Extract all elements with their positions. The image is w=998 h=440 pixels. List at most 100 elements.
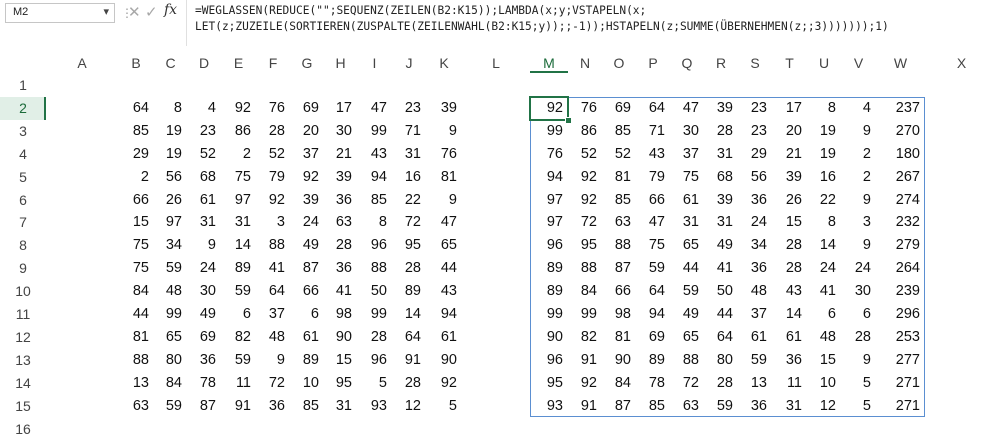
source-cell[interactable]: 36 <box>256 395 290 417</box>
result-cell[interactable]: 267 <box>876 166 925 188</box>
source-cell[interactable]: 13 <box>118 372 154 394</box>
result-cell[interactable]: 22 <box>807 189 841 211</box>
result-cell[interactable]: 9 <box>841 349 876 371</box>
column-header-x[interactable]: X <box>925 50 998 77</box>
result-cell[interactable]: 75 <box>636 234 670 256</box>
enter-icon[interactable]: ✓ <box>145 3 158 21</box>
source-cell[interactable]: 97 <box>154 211 187 233</box>
result-cell[interactable]: 76 <box>530 143 568 165</box>
source-cell[interactable]: 99 <box>357 303 392 325</box>
result-cell[interactable]: 13 <box>738 372 772 394</box>
row-header-8[interactable]: 8 <box>0 234 46 257</box>
row-header-5[interactable]: 5 <box>0 166 46 189</box>
source-cell[interactable]: 37 <box>290 143 324 165</box>
source-cell[interactable]: 92 <box>256 189 290 211</box>
column-header-r[interactable]: R <box>704 50 738 77</box>
result-cell[interactable]: 37 <box>738 303 772 325</box>
column-header-i[interactable]: I <box>357 50 392 77</box>
source-cell[interactable]: 29 <box>118 143 154 165</box>
source-cell[interactable]: 78 <box>187 372 221 394</box>
source-cell[interactable]: 59 <box>154 395 187 417</box>
result-cell[interactable]: 43 <box>772 280 807 302</box>
result-cell[interactable]: 253 <box>876 326 925 348</box>
source-cell[interactable]: 6 <box>290 303 324 325</box>
source-cell[interactable]: 34 <box>154 234 187 256</box>
source-cell[interactable]: 95 <box>324 372 357 394</box>
result-cell[interactable]: 96 <box>530 349 568 371</box>
source-cell[interactable]: 85 <box>118 120 154 142</box>
source-cell[interactable]: 92 <box>426 372 462 394</box>
source-cell[interactable]: 31 <box>392 143 426 165</box>
result-cell[interactable]: 34 <box>738 234 772 256</box>
result-cell[interactable]: 180 <box>876 143 925 165</box>
source-cell[interactable]: 81 <box>118 326 154 348</box>
source-cell[interactable]: 8 <box>357 211 392 233</box>
source-cell[interactable]: 41 <box>324 280 357 302</box>
row-header-9[interactable]: 9 <box>0 257 46 280</box>
result-cell[interactable]: 84 <box>568 280 602 302</box>
result-cell[interactable]: 31 <box>704 211 738 233</box>
result-cell[interactable]: 92 <box>568 166 602 188</box>
source-cell[interactable]: 52 <box>256 143 290 165</box>
source-cell[interactable]: 95 <box>392 234 426 256</box>
source-cell[interactable]: 59 <box>154 257 187 279</box>
result-cell[interactable]: 56 <box>738 166 772 188</box>
row-header-2[interactable]: 2 <box>0 97 46 120</box>
source-cell[interactable]: 41 <box>256 257 290 279</box>
source-cell[interactable]: 64 <box>256 280 290 302</box>
result-cell[interactable]: 30 <box>841 280 876 302</box>
result-cell[interactable]: 9 <box>841 189 876 211</box>
column-header-f[interactable]: F <box>256 50 290 77</box>
source-cell[interactable]: 20 <box>290 120 324 142</box>
result-cell[interactable]: 95 <box>568 234 602 256</box>
source-cell[interactable]: 44 <box>118 303 154 325</box>
source-cell[interactable]: 28 <box>357 326 392 348</box>
result-cell[interactable]: 26 <box>772 189 807 211</box>
result-cell[interactable]: 36 <box>738 257 772 279</box>
result-cell[interactable]: 264 <box>876 257 925 279</box>
result-cell[interactable]: 91 <box>568 395 602 417</box>
column-header-g[interactable]: G <box>290 50 324 77</box>
source-cell[interactable]: 59 <box>221 280 256 302</box>
result-cell[interactable]: 44 <box>704 303 738 325</box>
source-cell[interactable]: 94 <box>357 166 392 188</box>
result-cell[interactable]: 36 <box>772 349 807 371</box>
column-header-s[interactable]: S <box>738 50 772 77</box>
source-cell[interactable]: 64 <box>118 97 154 119</box>
result-cell[interactable]: 14 <box>772 303 807 325</box>
column-header-t[interactable]: T <box>772 50 807 77</box>
source-cell[interactable]: 87 <box>187 395 221 417</box>
source-cell[interactable]: 47 <box>357 97 392 119</box>
result-cell[interactable]: 24 <box>738 211 772 233</box>
result-cell[interactable]: 89 <box>636 349 670 371</box>
result-cell[interactable]: 44 <box>670 257 704 279</box>
result-cell[interactable]: 63 <box>602 211 636 233</box>
result-cell[interactable]: 23 <box>738 120 772 142</box>
result-cell[interactable]: 88 <box>670 349 704 371</box>
result-cell[interactable]: 81 <box>602 166 636 188</box>
result-cell[interactable]: 19 <box>807 120 841 142</box>
result-cell[interactable]: 29 <box>738 143 772 165</box>
result-cell[interactable]: 16 <box>807 166 841 188</box>
result-cell[interactable]: 239 <box>876 280 925 302</box>
source-cell[interactable]: 90 <box>426 349 462 371</box>
source-cell[interactable]: 28 <box>324 234 357 256</box>
result-cell[interactable]: 98 <box>602 303 636 325</box>
source-cell[interactable]: 19 <box>154 143 187 165</box>
column-header-q[interactable]: Q <box>670 50 704 77</box>
source-cell[interactable]: 66 <box>118 189 154 211</box>
column-header-h[interactable]: H <box>324 50 357 77</box>
source-cell[interactable]: 23 <box>392 97 426 119</box>
source-cell[interactable]: 12 <box>392 395 426 417</box>
row-header-6[interactable]: 6 <box>0 189 46 212</box>
result-cell[interactable]: 39 <box>704 97 738 119</box>
source-cell[interactable]: 6 <box>221 303 256 325</box>
source-cell[interactable]: 28 <box>392 257 426 279</box>
column-header-w[interactable]: W <box>876 50 925 77</box>
result-cell[interactable]: 10 <box>807 372 841 394</box>
source-cell[interactable]: 65 <box>154 326 187 348</box>
result-cell[interactable]: 37 <box>670 143 704 165</box>
source-cell[interactable]: 2 <box>118 166 154 188</box>
result-cell[interactable]: 80 <box>704 349 738 371</box>
result-cell[interactable]: 99 <box>530 303 568 325</box>
